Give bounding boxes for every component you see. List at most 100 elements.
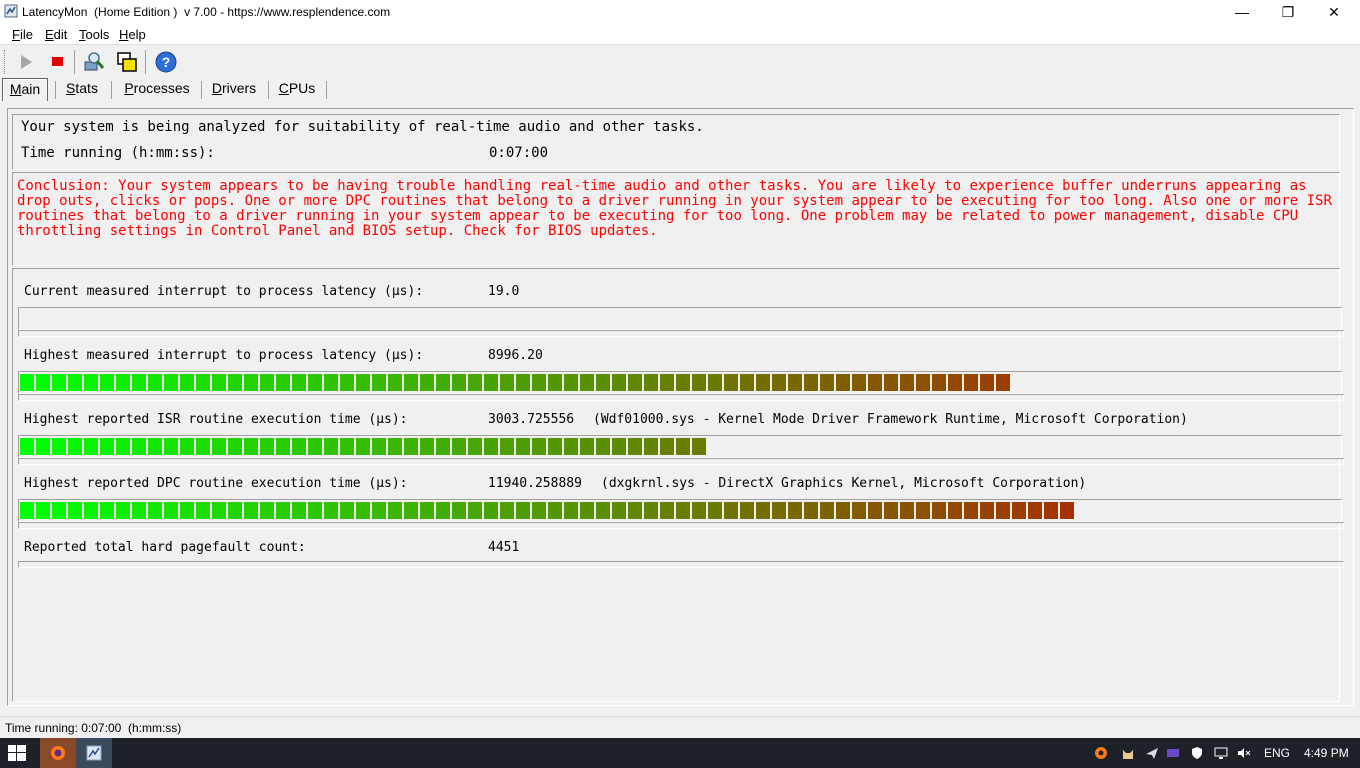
avast-tray-icon[interactable] — [1094, 746, 1108, 760]
tab-drivers-access-key: D — [211, 80, 222, 96]
pagefault-label: Reported total hard pagefault count: — [24, 540, 306, 555]
tab-cpus[interactable]: CPUs — [274, 78, 320, 100]
plane-tray-icon[interactable] — [1145, 746, 1159, 760]
stop-icon[interactable] — [45, 50, 69, 74]
bar-segment — [36, 438, 50, 455]
bar-segment — [228, 374, 242, 391]
current-latency-bar — [18, 307, 1342, 330]
menu-help[interactable]: Help — [119, 27, 146, 42]
bar-segment — [404, 374, 418, 391]
gpu-tray-icon[interactable] — [1166, 746, 1180, 760]
bar-segment — [324, 502, 338, 519]
bar-segment — [292, 438, 306, 455]
time-running-label: Time running (h:mm:ss): — [21, 145, 215, 161]
isr-driver-detail: (Wdf01000.sys - Kernel Mode Driver Frame… — [593, 412, 1188, 427]
tab-processes[interactable]: Processes — [118, 78, 196, 100]
taskbar: ENG 4:49 PM — [0, 738, 1360, 768]
bar-segment — [612, 502, 626, 519]
bar-segment — [276, 438, 290, 455]
bar-segment — [228, 438, 242, 455]
bar-segment — [132, 374, 146, 391]
bar-segment — [148, 502, 162, 519]
bar-divider — [18, 394, 1344, 401]
bar-segment — [324, 438, 338, 455]
bar-segment — [564, 438, 578, 455]
taskbar-clock[interactable]: 4:49 PM — [1304, 746, 1349, 760]
shield-tray-icon[interactable] — [1190, 746, 1204, 760]
language-indicator[interactable]: ENG — [1264, 746, 1290, 760]
bar-segment — [676, 438, 690, 455]
close-button[interactable]: ✕ — [1311, 0, 1357, 24]
metrics-box: Current measured interrupt to process la… — [12, 268, 1344, 702]
bar-segment — [356, 374, 370, 391]
tab-drivers[interactable]: Drivers — [207, 78, 261, 100]
toolbar-grip[interactable] — [4, 50, 7, 74]
tab-main-access-key: M — [9, 81, 22, 97]
analyze-icon[interactable] — [82, 50, 106, 74]
conclusion-text: Conclusion: Your system appears to be ha… — [17, 178, 1332, 239]
bar-segment — [52, 438, 66, 455]
bar-segment — [932, 374, 946, 391]
bar-segment — [116, 438, 130, 455]
bar-segment — [756, 374, 770, 391]
bar-segment — [692, 502, 706, 519]
help-icon[interactable]: ? — [154, 50, 178, 74]
tab-stats[interactable]: Stats — [60, 78, 104, 100]
bar-segment — [612, 438, 626, 455]
conclusion-box: Conclusion: Your system appears to be ha… — [12, 172, 1340, 266]
bar-segment — [68, 502, 82, 519]
bar-segment — [436, 438, 450, 455]
play-icon[interactable] — [14, 50, 38, 74]
bar-segment — [964, 502, 978, 519]
app-icon — [4, 4, 18, 18]
network-tray-icon[interactable] — [1214, 746, 1228, 760]
bar-segment — [276, 502, 290, 519]
windows-icon[interactable] — [115, 50, 139, 74]
bar-segment — [228, 502, 242, 519]
bar-segment — [116, 374, 130, 391]
windows-start-icon[interactable] — [8, 745, 26, 761]
status-text: Time running: 0:07:00 (h:mm:ss) — [5, 721, 182, 735]
toolbar-separator — [74, 50, 75, 74]
status-bar: Time running: 0:07:00 (h:mm:ss) — [0, 716, 1360, 739]
bar-segment — [612, 374, 626, 391]
tab-cpus-label: PUs — [288, 80, 316, 96]
bar-segment — [740, 502, 754, 519]
menu-edit-access-key: E — [45, 27, 54, 42]
bar-segment — [404, 438, 418, 455]
taskbar-app-firefox[interactable] — [40, 738, 76, 768]
bar-segment — [372, 374, 386, 391]
bar-segment — [372, 438, 386, 455]
bar-segment — [20, 438, 34, 455]
bar-segment — [180, 502, 194, 519]
tab-main[interactable]: Main — [2, 78, 48, 101]
bar-segment — [500, 374, 514, 391]
bar-segment — [1044, 502, 1058, 519]
menu-file[interactable]: File — [12, 27, 33, 42]
bar-segment — [820, 374, 834, 391]
cat-tray-icon[interactable] — [1121, 746, 1135, 760]
highest-latency-value: 8996.20 — [488, 348, 543, 363]
analyzing-text: Your system is being analyzed for suitab… — [21, 119, 704, 135]
bar-segment — [1028, 502, 1042, 519]
menu-bar: File Edit Tools Help — [0, 24, 1360, 45]
bar-segment — [1012, 502, 1026, 519]
bar-segment — [916, 374, 930, 391]
menu-edit[interactable]: Edit — [45, 27, 67, 42]
bar-segment — [340, 374, 354, 391]
bar-segment — [852, 502, 866, 519]
bar-segment — [132, 438, 146, 455]
bar-segment — [676, 502, 690, 519]
bar-segment — [564, 502, 578, 519]
minimize-button[interactable]: — — [1219, 0, 1265, 24]
bar-segment — [516, 438, 530, 455]
bar-segment — [484, 438, 498, 455]
taskbar-app-latencymon[interactable] — [76, 738, 112, 768]
bar-segment — [196, 374, 210, 391]
current-latency-value: 19.0 — [488, 284, 520, 299]
menu-file-label: ile — [19, 27, 33, 42]
maximize-button[interactable]: ❐ — [1265, 0, 1311, 24]
menu-tools[interactable]: Tools — [79, 27, 109, 42]
bar-segment — [388, 438, 402, 455]
volume-muted-icon[interactable] — [1237, 746, 1251, 760]
